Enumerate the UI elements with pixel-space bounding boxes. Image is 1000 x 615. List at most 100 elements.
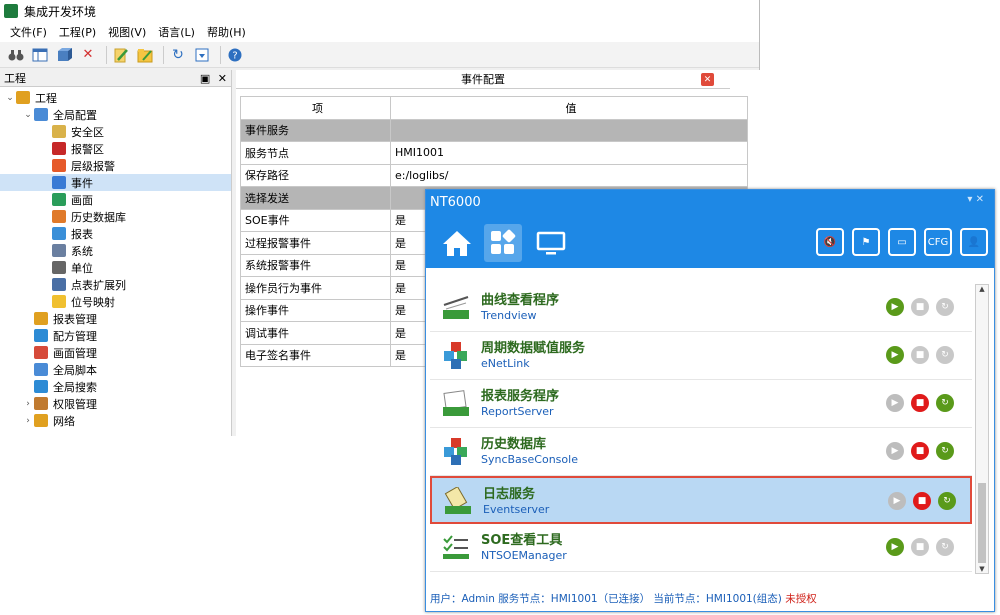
tree-item[interactable]: 报表: [0, 225, 231, 242]
restart-icon[interactable]: ↻: [936, 394, 954, 412]
play-icon[interactable]: ▶: [886, 442, 904, 460]
project-pane: 工程 ▣ ✕ ⌄ 工程 ⌄ 全局配置 安全区 报警区 层级报警 事件 画面 历史数据库 报表 系统 单位…: [0, 70, 232, 436]
tree-item-label: 报表: [71, 227, 93, 241]
tree-item[interactable]: 报表管理: [0, 310, 231, 327]
pin-icon[interactable]: ▣: [200, 72, 210, 85]
play-icon[interactable]: ▶: [886, 394, 904, 412]
tree-item[interactable]: › 网络: [0, 412, 231, 429]
menu-language[interactable]: 语言(L): [152, 24, 201, 40]
tree-item[interactable]: 位号映射: [0, 293, 231, 310]
ide-titlebar: 集成开发环境: [0, 0, 759, 22]
property-name: 过程报警事件: [240, 231, 391, 255]
menu-file[interactable]: 文件(F): [4, 24, 53, 40]
tree-item[interactable]: 全局脚本: [0, 361, 231, 378]
property-value[interactable]: HMI1001: [390, 141, 748, 165]
toolbar: ✕ ↻ ?: [0, 42, 759, 68]
mute-icon[interactable]: 🔇: [816, 228, 844, 256]
stop-icon[interactable]: ■: [911, 346, 929, 364]
tree-item-label: 网络: [53, 414, 75, 428]
stop-icon[interactable]: ■: [913, 492, 931, 510]
property-row[interactable]: 保存路径 e:/loglibs/: [240, 163, 748, 187]
property-row[interactable]: 服务节点 HMI1001: [240, 141, 748, 165]
refresh-icon[interactable]: ↻: [168, 45, 188, 65]
restart-icon[interactable]: ↻: [938, 492, 956, 510]
delete-icon[interactable]: ✕: [78, 45, 98, 65]
tree-node-icon: [52, 193, 66, 206]
property-name: 电子签名事件: [240, 343, 391, 367]
service-row[interactable]: 周期数据赋值服务 eNetLink ▶ ■ ↻: [430, 332, 972, 380]
table-icon[interactable]: [30, 45, 50, 65]
group-row[interactable]: 事件服务: [240, 118, 748, 142]
tree-item[interactable]: 点表扩展列: [0, 276, 231, 293]
chevron-down-icon[interactable]: ⌄: [22, 110, 34, 120]
service-row[interactable]: 曲线查看程序 Trendview ▶ ■ ↻: [430, 284, 972, 332]
export-icon[interactable]: [192, 45, 212, 65]
tree-item[interactable]: 层级报警: [0, 157, 231, 174]
menu-project[interactable]: 工程(P): [53, 24, 102, 40]
menubar: 文件(F) 工程(P) 视图(V) 语言(L) 帮助(H): [0, 22, 759, 42]
folder-edit-icon[interactable]: [135, 45, 155, 65]
menu-help[interactable]: 帮助(H): [201, 24, 252, 40]
play-icon[interactable]: ▶: [886, 538, 904, 556]
tree-item-label: 全局搜索: [53, 380, 97, 394]
service-name: 报表服务程序: [481, 389, 560, 404]
chevron-right-icon[interactable]: ›: [22, 416, 34, 426]
doc-tab[interactable]: 事件配置 ✕: [236, 70, 730, 89]
tree-item[interactable]: 全局搜索: [0, 378, 231, 395]
chevron-right-icon[interactable]: ›: [22, 399, 34, 409]
blocks-service-icon: [442, 341, 470, 369]
scroll-down-icon[interactable]: ▼: [976, 565, 988, 573]
monitor-icon[interactable]: [532, 224, 570, 262]
chevron-down-icon[interactable]: ⌄: [4, 93, 16, 103]
tree-item[interactable]: ⌄ 工程: [0, 89, 231, 106]
service-row[interactable]: 历史数据库 SyncBaseConsole ▶ ■ ↻: [430, 428, 972, 476]
tree-item[interactable]: ⌄ 全局配置: [0, 106, 231, 123]
cfg-icon[interactable]: CFG: [924, 228, 952, 256]
screen-icon[interactable]: ▭: [888, 228, 916, 256]
tree-item[interactable]: 报警区: [0, 140, 231, 157]
tree-item[interactable]: 配方管理: [0, 327, 231, 344]
tree-item[interactable]: 画面: [0, 191, 231, 208]
tree-item[interactable]: 画面管理: [0, 344, 231, 361]
tree-item-label: 位号映射: [71, 295, 115, 309]
chart-service-icon: [442, 293, 470, 321]
service-row[interactable]: SOE查看工具 NTSOEManager ▶ ■ ↻: [430, 524, 972, 572]
home-icon[interactable]: [438, 224, 476, 262]
stop-icon[interactable]: ■: [911, 442, 929, 460]
restart-icon[interactable]: ↻: [936, 442, 954, 460]
tree-item[interactable]: 系统: [0, 242, 231, 259]
property-value[interactable]: e:/loglibs/: [390, 163, 748, 187]
restart-icon[interactable]: ↻: [936, 298, 954, 316]
play-icon[interactable]: ▶: [886, 346, 904, 364]
stop-icon[interactable]: ■: [911, 298, 929, 316]
apps-icon[interactable]: [484, 224, 522, 262]
play-icon[interactable]: ▶: [888, 492, 906, 510]
tree-item-label: 画面管理: [53, 346, 97, 360]
tree-node-icon: [52, 176, 66, 189]
service-row[interactable]: 日志服务 Eventserver ▶ ■ ↻: [430, 476, 972, 524]
tree-item[interactable]: › 权限管理: [0, 395, 231, 412]
cube-icon[interactable]: [54, 45, 74, 65]
close-icon[interactable]: ✕: [701, 73, 714, 86]
tree-item[interactable]: 安全区: [0, 123, 231, 140]
restart-icon[interactable]: ↻: [936, 538, 954, 556]
restart-icon[interactable]: ↻: [936, 346, 954, 364]
help-icon[interactable]: ?: [225, 45, 245, 65]
edit-icon[interactable]: [111, 45, 131, 65]
tree-item[interactable]: 历史数据库: [0, 208, 231, 225]
tree-item[interactable]: 单位: [0, 259, 231, 276]
window-controls[interactable]: ▾ ✕: [967, 194, 984, 205]
binoculars-icon[interactable]: [6, 45, 26, 65]
alarm-icon[interactable]: ⚑: [852, 228, 880, 256]
scroll-up-icon[interactable]: ▲: [976, 285, 988, 293]
tree-item[interactable]: 事件: [0, 174, 231, 191]
user-icon[interactable]: 👤: [960, 228, 988, 256]
service-row[interactable]: 报表服务程序 ReportServer ▶ ■ ↻: [430, 380, 972, 428]
scrollbar[interactable]: ▲ ▼: [975, 284, 989, 574]
scroll-thumb[interactable]: [978, 483, 986, 563]
menu-view[interactable]: 视图(V): [102, 24, 152, 40]
play-icon[interactable]: ▶: [886, 298, 904, 316]
stop-icon[interactable]: ■: [911, 538, 929, 556]
close-icon[interactable]: ✕: [218, 72, 227, 85]
stop-icon[interactable]: ■: [911, 394, 929, 412]
